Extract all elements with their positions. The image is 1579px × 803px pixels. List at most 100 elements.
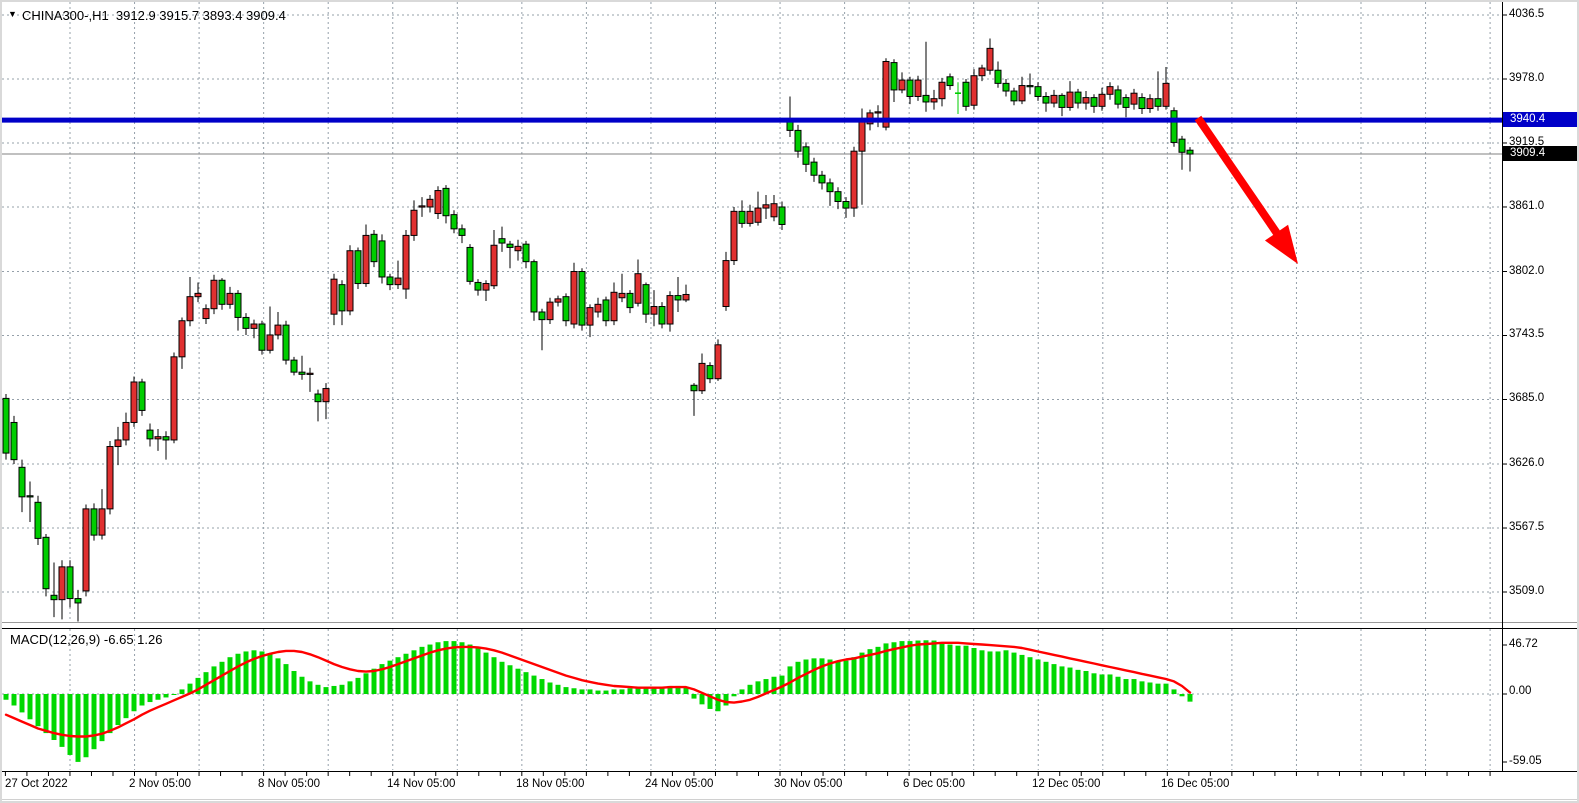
macd-bar — [4, 694, 9, 700]
support-hline[interactable] — [2, 118, 1502, 123]
macd-bar — [748, 685, 753, 694]
price-axis-label: 4036.5 — [1509, 8, 1579, 20]
support-line-price-tag: 3940.4 — [1503, 112, 1579, 127]
time-axis-label: 24 Nov 05:00 — [645, 778, 713, 790]
macd-bar — [68, 694, 73, 755]
macd-bar — [692, 694, 697, 699]
macd-bar — [1132, 679, 1137, 694]
candle-body — [403, 235, 409, 289]
candle-body — [1155, 99, 1161, 107]
macd-bar — [76, 694, 81, 762]
candle-body — [459, 229, 465, 236]
candle-body — [683, 294, 689, 299]
candle-body — [707, 366, 713, 379]
candle-body — [51, 595, 57, 599]
candle-body — [163, 437, 169, 440]
macd-bar — [84, 694, 89, 757]
macd-bar — [244, 651, 249, 694]
macd-bar — [980, 650, 985, 694]
candle-body — [123, 422, 129, 440]
candle-body — [1091, 98, 1097, 107]
macd-bar — [508, 665, 513, 694]
macd-bar — [292, 671, 297, 694]
candle-body — [859, 122, 865, 152]
macd-bar — [948, 645, 953, 694]
candle-body — [107, 447, 113, 509]
macd-bar — [164, 694, 169, 697]
candle-body — [67, 567, 73, 599]
macd-bar — [236, 654, 241, 694]
macd-bar — [468, 645, 473, 694]
candle-body — [715, 345, 721, 379]
macd-bar — [1108, 674, 1113, 694]
price-axis-label: 3743.5 — [1509, 328, 1579, 340]
macd-bar — [108, 694, 113, 733]
macd-bar — [20, 694, 25, 712]
price-axis-label: 3567.5 — [1509, 521, 1579, 533]
macd-bar — [628, 688, 633, 694]
arrow-shaft — [1198, 118, 1280, 238]
macd-bar — [276, 658, 281, 694]
macd-bar — [1140, 681, 1145, 694]
candle-body — [1131, 93, 1137, 104]
candle-body — [995, 70, 1001, 83]
macd-bar — [516, 669, 521, 694]
macd-bar — [316, 685, 321, 694]
candle-body — [1099, 94, 1105, 106]
candle-body — [347, 251, 353, 311]
time-axis-label: 6 Dec 05:00 — [903, 778, 965, 790]
candle-body — [643, 285, 649, 315]
macd-bar — [452, 641, 457, 694]
candle-body — [171, 357, 177, 440]
down-arrow-annotation[interactable] — [1198, 118, 1298, 264]
macd-bar — [860, 653, 865, 694]
macd-bar — [324, 687, 329, 694]
window-bottom-edge — [2, 799, 1579, 800]
price-axis-label: 3685.0 — [1509, 392, 1579, 404]
candle-body — [811, 162, 817, 175]
candle-body — [291, 360, 297, 372]
macd-bar — [964, 646, 969, 694]
candle-body — [963, 82, 969, 106]
macd-bar — [524, 672, 529, 694]
macd-bar — [172, 694, 177, 695]
macd-bar — [1044, 662, 1049, 694]
candle-body — [27, 496, 33, 497]
candle-body — [723, 261, 729, 307]
candle-body — [275, 325, 281, 335]
macd-bar — [580, 689, 585, 694]
candle-body — [979, 68, 985, 76]
macd-bar — [1116, 677, 1121, 694]
candle-body — [235, 293, 241, 317]
candle-body — [1011, 91, 1017, 101]
candle-body — [755, 208, 761, 222]
grid-lines — [2, 2, 1502, 770]
macd-bar — [540, 679, 545, 694]
chart-canvas[interactable] — [2, 2, 1579, 803]
candlestick-series[interactable] — [3, 39, 1193, 622]
candle-body — [187, 297, 193, 321]
macd-bar — [44, 694, 49, 733]
candle-body — [515, 246, 521, 250]
macd-indicator-label: MACD(12,26,9) -6.65 1.26 — [10, 632, 162, 647]
candle-body — [267, 335, 273, 350]
macd-bar — [492, 657, 497, 694]
symbol-dropdown-icon[interactable]: ▼ — [8, 9, 17, 19]
candle-body — [843, 202, 849, 209]
candle-body — [1043, 96, 1049, 103]
candle-body — [379, 241, 385, 277]
macd-bar — [1100, 674, 1105, 694]
macd-bar — [988, 651, 993, 694]
candle-body — [427, 199, 433, 207]
macd-axis-label: 0.00 — [1509, 685, 1579, 697]
candle-body — [739, 211, 745, 223]
macd-bar — [92, 694, 97, 749]
candle-body — [635, 274, 641, 304]
time-axis-label: 18 Nov 05:00 — [516, 778, 584, 790]
candle-body — [1019, 86, 1025, 101]
candle-body — [835, 192, 841, 202]
macd-bar — [116, 694, 121, 725]
candle-body — [1075, 92, 1081, 103]
candle-body — [531, 262, 537, 312]
candle-body — [523, 244, 529, 262]
